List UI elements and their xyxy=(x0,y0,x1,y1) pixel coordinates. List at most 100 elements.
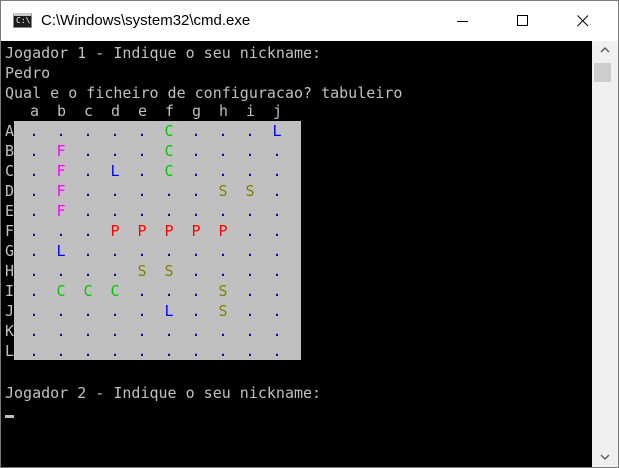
console-output[interactable]: Jogador 1 - Indique o seu nickname: Pedr… xyxy=(1,41,592,467)
board-cell-Gj: . xyxy=(272,242,282,260)
board-cell-Lh: . xyxy=(218,342,228,360)
board-cell-Gd: . xyxy=(110,242,120,260)
board-cell-Bh: . xyxy=(218,142,228,160)
board-cell-Bc: . xyxy=(83,142,93,160)
board-cell-Ah: . xyxy=(218,122,228,140)
scroll-thumb[interactable] xyxy=(594,63,611,82)
board-cell-Hd: . xyxy=(110,262,120,280)
text-cursor xyxy=(5,415,14,418)
scroll-down-button[interactable] xyxy=(592,449,618,467)
board-cell-Gi: . xyxy=(245,242,255,260)
minimize-button[interactable] xyxy=(440,1,486,41)
row-label-H: H xyxy=(5,262,15,280)
board-cell-Fd: P xyxy=(110,222,120,240)
board-cell-Af: C xyxy=(164,122,174,140)
board-cell-Gb: L xyxy=(56,242,66,260)
board-cell-Hh: . xyxy=(218,262,228,280)
board-cell-Ga: . xyxy=(29,242,39,260)
column-header-d: d xyxy=(111,102,121,120)
close-button[interactable] xyxy=(560,1,606,41)
board-cell-Ka: . xyxy=(29,322,39,340)
board-cell-De: . xyxy=(137,182,147,200)
row-label-D: D xyxy=(5,182,15,200)
board-cell-Hg: . xyxy=(191,262,201,280)
row-label-A: A xyxy=(5,122,15,140)
board-cell-Cb: F xyxy=(56,162,66,180)
board-cell-Cd: L xyxy=(110,162,120,180)
board-cell-Kd: . xyxy=(110,322,120,340)
board-cell-Ji: . xyxy=(245,302,255,320)
minimize-icon xyxy=(457,21,468,22)
row-label-E: E xyxy=(5,202,15,220)
board-cell-Je: . xyxy=(137,302,147,320)
cmd-app-icon[interactable]: C:\ xyxy=(13,13,32,28)
board-cell-Ca: . xyxy=(29,162,39,180)
board-cell-Fh: P xyxy=(218,222,228,240)
board-cell-Kg: . xyxy=(191,322,201,340)
board-cell-Le: . xyxy=(137,342,147,360)
board-cell-Df: . xyxy=(164,182,174,200)
board-cell-Jg: . xyxy=(191,302,201,320)
board-cell-Cf: C xyxy=(164,162,174,180)
board-cell-Hj: . xyxy=(272,262,282,280)
board-cell-Ab: . xyxy=(56,122,66,140)
board-cell-Ei: . xyxy=(245,202,255,220)
board-cell-Fa: . xyxy=(29,222,39,240)
board-cell-Gf: . xyxy=(164,242,174,260)
board-cell-Jh: S xyxy=(218,302,228,320)
board-cell-Fe: P xyxy=(137,222,147,240)
board-cell-Bf: C xyxy=(164,142,174,160)
board-cell-Jb: . xyxy=(56,302,66,320)
board-cell-Dh: S xyxy=(218,182,228,200)
board-cell-Hi: . xyxy=(245,262,255,280)
title-bar[interactable]: C:\ C:\Windows\system32\cmd.exe xyxy=(1,1,618,41)
board-cell-Ci: . xyxy=(245,162,255,180)
board-cell-Ki: . xyxy=(245,322,255,340)
console-line-config: Qual e o ficheiro de configuracao? tabul… xyxy=(5,84,403,102)
board-cell-Db: F xyxy=(56,182,66,200)
column-header-a: a xyxy=(30,102,40,120)
board-cell-Ch: . xyxy=(218,162,228,180)
board-cell-Ic: C xyxy=(83,282,93,300)
column-header-e: e xyxy=(138,102,148,120)
row-label-I: I xyxy=(5,282,15,300)
board-cell-Gh: . xyxy=(218,242,228,260)
console-line-nickname: Pedro xyxy=(5,64,51,82)
board-cell-Cj: . xyxy=(272,162,282,180)
board-cell-Ge: . xyxy=(137,242,147,260)
board-cell-Kf: . xyxy=(164,322,174,340)
board-cell-Jd: . xyxy=(110,302,120,320)
column-header-g: g xyxy=(192,102,202,120)
board-cell-Eh: . xyxy=(218,202,228,220)
board-cell-Kh: . xyxy=(218,322,228,340)
maximize-button[interactable] xyxy=(500,1,546,41)
board-cell-Ib: C xyxy=(56,282,66,300)
column-header-c: c xyxy=(84,102,94,120)
board-cell-Ce: . xyxy=(137,162,147,180)
board-cell-Ed: . xyxy=(110,202,120,220)
board-cell-Dc: . xyxy=(83,182,93,200)
board-cell-Lj: . xyxy=(272,342,282,360)
board-cell-Lb: . xyxy=(56,342,66,360)
row-label-G: G xyxy=(5,242,15,260)
board-cell-Eg: . xyxy=(191,202,201,220)
board-cell-Bg: . xyxy=(191,142,201,160)
board-cell-Bb: F xyxy=(56,142,66,160)
board-cell-Ej: . xyxy=(272,202,282,220)
cmd-window: C:\ C:\Windows\system32\cmd.exe Jogador … xyxy=(0,0,619,468)
board-cell-Lg: . xyxy=(191,342,201,360)
vertical-scrollbar[interactable] xyxy=(592,41,618,467)
board-cell-Id: C xyxy=(110,282,120,300)
board-cell-Ff: P xyxy=(164,222,174,240)
board-cell-Ec: . xyxy=(83,202,93,220)
console-line-prompt1: Jogador 1 - Indique o seu nickname: xyxy=(5,44,322,62)
board-cell-Fi: . xyxy=(245,222,255,240)
scroll-up-button[interactable] xyxy=(592,41,618,59)
board-cell-Ih: S xyxy=(218,282,228,300)
board-cell-Ja: . xyxy=(29,302,39,320)
row-label-K: K xyxy=(5,322,15,340)
board-cell-Be: . xyxy=(137,142,147,160)
row-label-B: B xyxy=(5,142,15,160)
board-cell-Fj: . xyxy=(272,222,282,240)
scroll-up-icon xyxy=(600,46,610,53)
